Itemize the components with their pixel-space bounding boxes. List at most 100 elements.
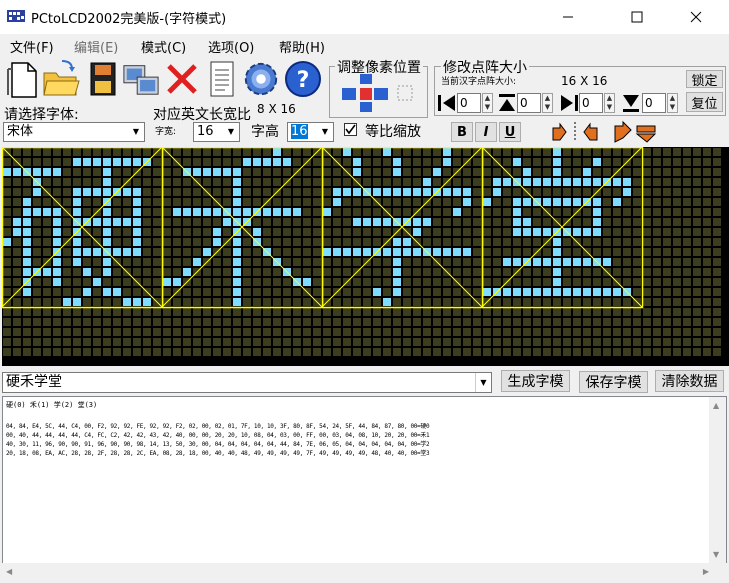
- matrix-dot[interactable]: [23, 218, 31, 226]
- matrix-dot[interactable]: [293, 198, 301, 206]
- matrix-dot[interactable]: [183, 318, 191, 326]
- matrix-dot[interactable]: [373, 278, 381, 286]
- matrix-dot[interactable]: [393, 198, 401, 206]
- matrix-dot[interactable]: [643, 198, 651, 206]
- matrix-dot[interactable]: [643, 218, 651, 226]
- matrix-dot[interactable]: [713, 178, 721, 186]
- matrix-dot[interactable]: [403, 158, 411, 166]
- matrix-dot[interactable]: [63, 148, 71, 156]
- matrix-dot[interactable]: [343, 208, 351, 216]
- matrix-dot[interactable]: [393, 238, 401, 246]
- matrix-dot[interactable]: [353, 288, 361, 296]
- matrix-dot[interactable]: [553, 298, 561, 306]
- matrix-dot[interactable]: [423, 168, 431, 176]
- matrix-dot[interactable]: [463, 238, 471, 246]
- matrix-dot[interactable]: [23, 348, 31, 356]
- matrix-dot[interactable]: [533, 148, 541, 156]
- matrix-dot[interactable]: [303, 318, 311, 326]
- matrix-dot[interactable]: [283, 308, 291, 316]
- matrix-dot[interactable]: [213, 308, 221, 316]
- matrix-dot[interactable]: [423, 228, 431, 236]
- matrix-dot[interactable]: [333, 218, 341, 226]
- matrix-dot[interactable]: [533, 328, 541, 336]
- matrix-dot[interactable]: [263, 228, 271, 236]
- matrix-dot[interactable]: [73, 298, 81, 306]
- matrix-dot[interactable]: [543, 168, 551, 176]
- matrix-dot[interactable]: [663, 348, 671, 356]
- matrix-dot[interactable]: [213, 338, 221, 346]
- matrix-dot[interactable]: [663, 228, 671, 236]
- matrix-dot[interactable]: [73, 338, 81, 346]
- matrix-dot[interactable]: [493, 258, 501, 266]
- matrix-dot[interactable]: [703, 308, 711, 316]
- matrix-dot[interactable]: [263, 278, 271, 286]
- matrix-dot[interactable]: [293, 188, 301, 196]
- matrix-dot[interactable]: [413, 158, 421, 166]
- matrix-dot[interactable]: [183, 178, 191, 186]
- matrix-dot[interactable]: [63, 158, 71, 166]
- matrix-dot[interactable]: [263, 308, 271, 316]
- matrix-dot[interactable]: [203, 318, 211, 326]
- matrix-dot[interactable]: [123, 148, 131, 156]
- matrix-dot[interactable]: [573, 268, 581, 276]
- matrix-dot[interactable]: [193, 338, 201, 346]
- matrix-dot[interactable]: [163, 208, 171, 216]
- matrix-dot[interactable]: [53, 148, 61, 156]
- matrix-dot[interactable]: [23, 258, 31, 266]
- matrix-dot[interactable]: [253, 188, 261, 196]
- matrix-dot[interactable]: [173, 248, 181, 256]
- matrix-dot[interactable]: [163, 168, 171, 176]
- matrix-dot[interactable]: [53, 348, 61, 356]
- matrix-dot[interactable]: [613, 218, 621, 226]
- matrix-dot[interactable]: [453, 198, 461, 206]
- matrix-dot[interactable]: [173, 278, 181, 286]
- matrix-dot[interactable]: [283, 328, 291, 336]
- matrix-dot[interactable]: [123, 308, 131, 316]
- matrix-dot[interactable]: [513, 168, 521, 176]
- matrix-dot[interactable]: [163, 328, 171, 336]
- matrix-dot[interactable]: [393, 258, 401, 266]
- matrix-dot[interactable]: [413, 198, 421, 206]
- matrix-dot[interactable]: [193, 308, 201, 316]
- bottom-margin-spin[interactable]: ▲ ▼: [667, 93, 678, 113]
- matrix-dot[interactable]: [633, 318, 641, 326]
- matrix-dot[interactable]: [413, 228, 421, 236]
- matrix-dot[interactable]: [303, 228, 311, 236]
- matrix-dot[interactable]: [43, 148, 51, 156]
- matrix-dot[interactable]: [183, 298, 191, 306]
- matrix-dot[interactable]: [613, 348, 621, 356]
- matrix-dot[interactable]: [413, 348, 421, 356]
- matrix-dot[interactable]: [273, 178, 281, 186]
- matrix-dot[interactable]: [223, 288, 231, 296]
- matrix-dot[interactable]: [3, 268, 11, 276]
- matrix-dot[interactable]: [43, 248, 51, 256]
- matrix-dot[interactable]: [443, 248, 451, 256]
- matrix-dot[interactable]: [553, 198, 561, 206]
- matrix-dot[interactable]: [263, 328, 271, 336]
- matrix-dot[interactable]: [323, 238, 331, 246]
- matrix-dot[interactable]: [43, 268, 51, 276]
- matrix-dot[interactable]: [673, 228, 681, 236]
- matrix-dot[interactable]: [533, 318, 541, 326]
- matrix-dot[interactable]: [63, 318, 71, 326]
- matrix-dot[interactable]: [713, 168, 721, 176]
- matrix-dot[interactable]: [703, 198, 711, 206]
- matrix-dot[interactable]: [553, 278, 561, 286]
- matrix-dot[interactable]: [73, 188, 81, 196]
- matrix-dot[interactable]: [433, 268, 441, 276]
- matrix-dot[interactable]: [703, 178, 711, 186]
- matrix-dot[interactable]: [473, 188, 481, 196]
- matrix-dot[interactable]: [383, 258, 391, 266]
- matrix-dot[interactable]: [133, 218, 141, 226]
- matrix-dot[interactable]: [703, 218, 711, 226]
- matrix-dot[interactable]: [283, 198, 291, 206]
- matrix-dot[interactable]: [663, 148, 671, 156]
- matrix-dot[interactable]: [53, 218, 61, 226]
- matrix-dot[interactable]: [383, 298, 391, 306]
- matrix-dot[interactable]: [473, 228, 481, 236]
- matrix-dot[interactable]: [133, 208, 141, 216]
- matrix-dot[interactable]: [493, 298, 501, 306]
- matrix-dot[interactable]: [203, 168, 211, 176]
- matrix-dot[interactable]: [643, 308, 651, 316]
- matrix-dot[interactable]: [403, 178, 411, 186]
